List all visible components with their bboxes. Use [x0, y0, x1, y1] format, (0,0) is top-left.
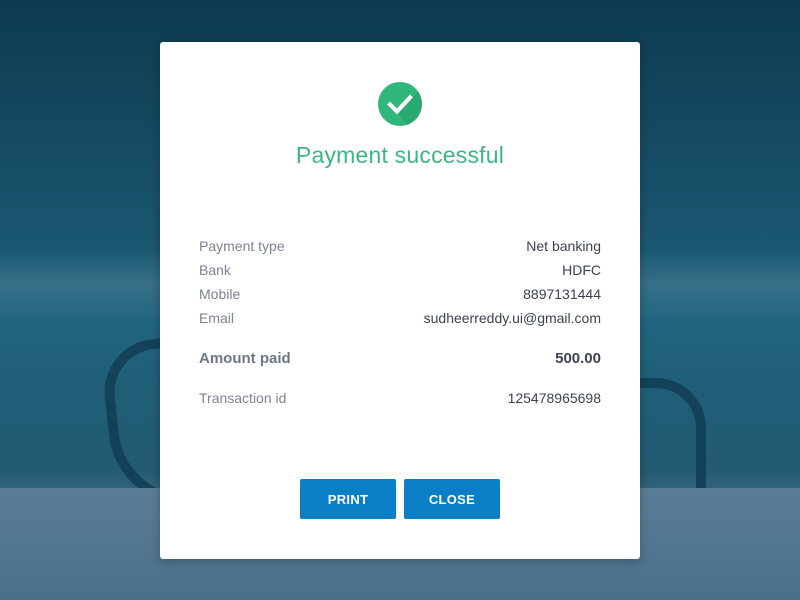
checkmark-circle-icon	[378, 82, 422, 126]
detail-row-payment-type: Payment type Net banking	[199, 234, 601, 258]
detail-value: HDFC	[562, 262, 601, 278]
detail-label: Payment type	[199, 238, 285, 254]
detail-value: Net banking	[526, 238, 601, 254]
detail-row-mobile: Mobile 8897131444	[199, 282, 601, 306]
dialog-title: Payment successful	[295, 142, 505, 168]
close-button[interactable]: CLOSE	[404, 479, 500, 519]
detail-label: Bank	[199, 262, 231, 278]
detail-value: 8897131444	[523, 286, 601, 302]
dialog-actions: PRINT CLOSE	[300, 479, 500, 519]
transaction-label: Transaction id	[199, 390, 287, 406]
detail-row-bank: Bank HDFC	[199, 258, 601, 282]
detail-label: Email	[199, 310, 235, 326]
detail-row-amount-paid: Amount paid 500.00	[199, 346, 601, 370]
payment-details: Payment type Net banking Bank HDFC Mobil…	[199, 234, 601, 410]
print-button[interactable]: PRINT	[300, 479, 396, 519]
payment-success-dialog: Payment successful Payment type Net bank…	[160, 42, 640, 559]
detail-label: Mobile	[199, 286, 241, 302]
detail-value: sudheerreddy.ui@gmail.com	[423, 310, 601, 326]
amount-label: Amount paid	[199, 349, 291, 367]
amount-value: 500.00	[555, 349, 601, 367]
detail-row-email: Email sudheerreddy.ui@gmail.com	[199, 306, 601, 330]
detail-row-transaction-id: Transaction id 125478965698	[199, 386, 601, 410]
transaction-value: 125478965698	[507, 390, 601, 406]
